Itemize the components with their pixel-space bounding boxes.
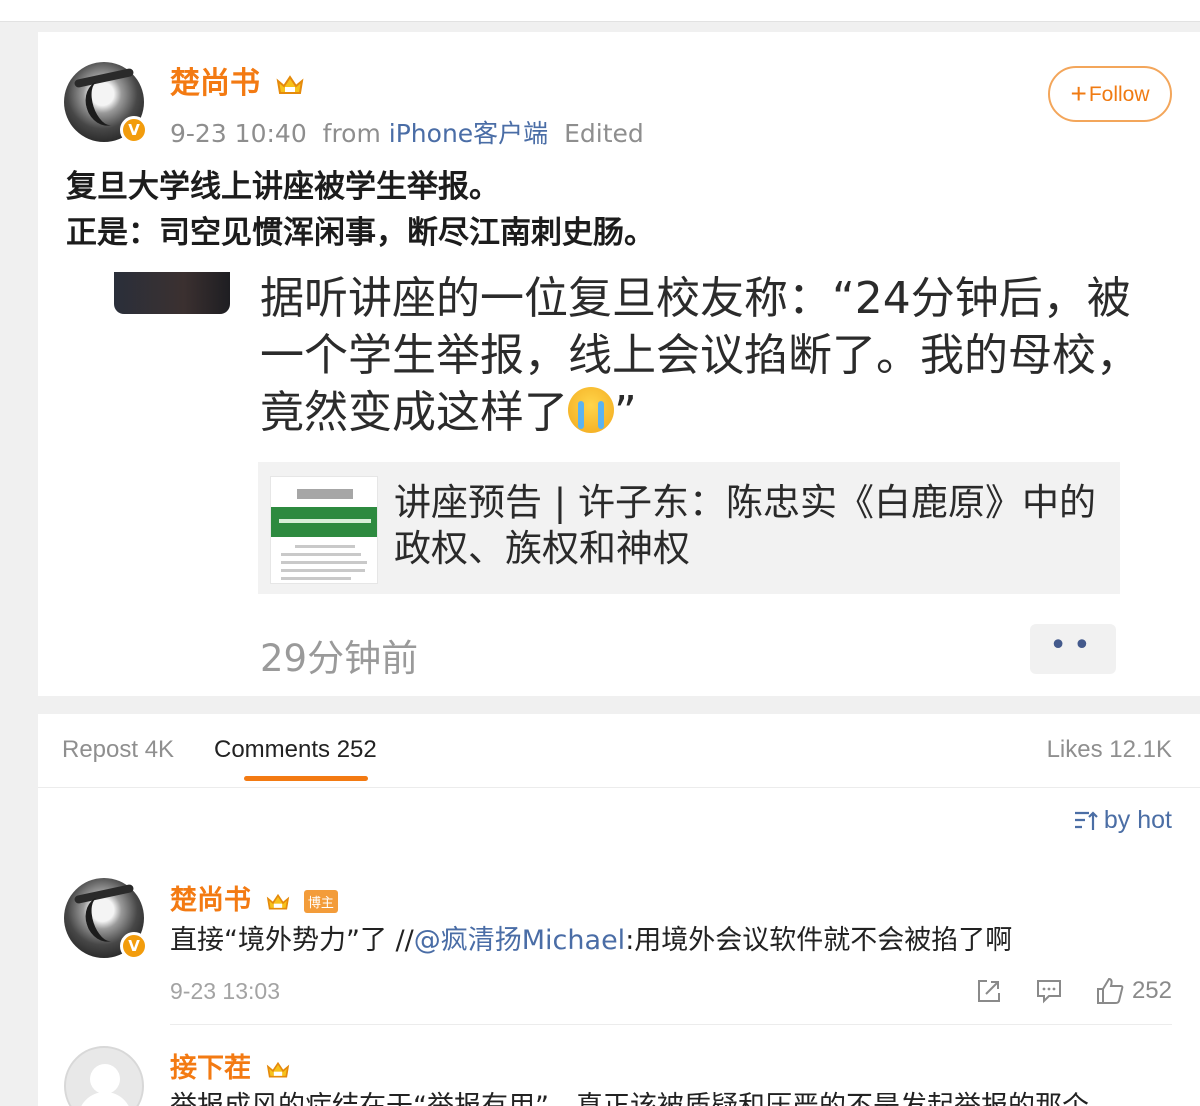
commenter-avatar[interactable]: V <box>64 878 148 960</box>
post-text-line-2: 正是：司空见惯浑闲事，断尽江南刺史肠。 <box>66 215 655 251</box>
edited-label: Edited <box>564 119 644 148</box>
comments-section: Repost 4K Comments 252 Likes 12.1K by ho… <box>38 714 1200 1106</box>
like-count: 252 <box>1131 977 1172 1004</box>
article-link-card[interactable]: 讲座预告 | 许子东：陈忠实《白鹿原》中的政权、族权和神权 <box>258 462 1120 594</box>
more-options-button[interactable]: •• <box>1030 624 1116 674</box>
reply-icon[interactable] <box>1036 978 1062 1004</box>
tab-comments[interactable]: Comments 252 <box>214 736 377 764</box>
follow-button[interactable]: +Follow <box>1048 66 1172 122</box>
author-name-text[interactable]: 楚尚书 <box>170 66 260 101</box>
commenter-name[interactable]: 楚尚书 博主 <box>170 878 338 917</box>
post-text-line-1: 复旦大学线上讲座被学生举报。 <box>66 169 500 205</box>
crown-icon <box>267 893 290 909</box>
post-time: 9-23 10:40 <box>170 119 307 148</box>
tabs-bar: Repost 4K Comments 252 Likes 12.1K <box>38 714 1200 788</box>
sort-icon <box>1074 811 1098 830</box>
comment-divider <box>170 1024 1172 1025</box>
from-label: from <box>322 119 381 148</box>
plus-icon: + <box>1070 78 1087 109</box>
crown-icon <box>277 74 304 94</box>
comment-time: 9-23 13:03 <box>170 978 280 1004</box>
embedded-image[interactable] <box>114 272 230 314</box>
article-thumbnail <box>270 476 378 584</box>
author-tag-badge: 博主 <box>303 890 338 913</box>
post-source-link[interactable]: iPhone客户端 <box>389 119 548 148</box>
author-name[interactable]: 楚尚书 <box>170 58 304 102</box>
sort-by-hot-button[interactable]: by hot <box>1074 806 1172 835</box>
tab-likes[interactable]: Likes 12.1K <box>1047 736 1172 764</box>
thumbs-up-icon <box>1096 977 1124 1004</box>
top-bar <box>0 0 1200 22</box>
quote-block: 据听讲座的一位复旦校友称：“24分钟后，被一个学生举报，线上会议掐断了。我的母校… <box>260 273 1140 438</box>
post-meta: 9-23 10:40 from iPhone客户端 Edited <box>170 114 644 150</box>
verified-badge-icon: V <box>120 932 148 960</box>
active-tab-indicator <box>244 776 368 781</box>
mention-link[interactable]: @疯清扬Michael <box>414 925 625 956</box>
comment-text-2: 举报成风的症结在于“举报有用”，真正该被质疑和压严的不是发起举报的那个 <box>170 1084 1089 1106</box>
share-icon[interactable] <box>976 978 1002 1004</box>
comment-text: 直接“境外势力”了 //@疯清扬Michael:用境外会议软件就不会被掐了啊 <box>170 925 1013 956</box>
verified-badge-icon: V <box>120 116 148 144</box>
post-card: V 楚尚书 9-23 10:40 from iPhone客户端 Edited +… <box>38 32 1200 696</box>
crown-icon <box>267 1061 290 1077</box>
post-body: 复旦大学线上讲座被学生举报。 正是：司空见惯浑闲事，断尽江南刺史肠。 <box>66 164 1166 256</box>
comment-actions: 252 <box>976 974 1172 1008</box>
tab-repost[interactable]: Repost 4K <box>62 736 174 764</box>
article-title[interactable]: 讲座预告 | 许子东：陈忠实《白鹿原》中的政权、族权和神权 <box>394 480 1104 572</box>
commenter-name-2[interactable]: 接下茬 <box>170 1046 290 1085</box>
quote-text: 据听讲座的一位复旦校友称：“24分钟后，被一个学生举报，线上会议掐断了。我的母校… <box>260 273 1140 438</box>
crying-face-icon <box>568 387 614 433</box>
time-ago: 29分钟前 <box>260 637 419 680</box>
like-button[interactable]: 252 <box>1096 977 1172 1005</box>
author-avatar[interactable]: V <box>64 62 148 144</box>
default-avatar[interactable] <box>64 1046 144 1106</box>
